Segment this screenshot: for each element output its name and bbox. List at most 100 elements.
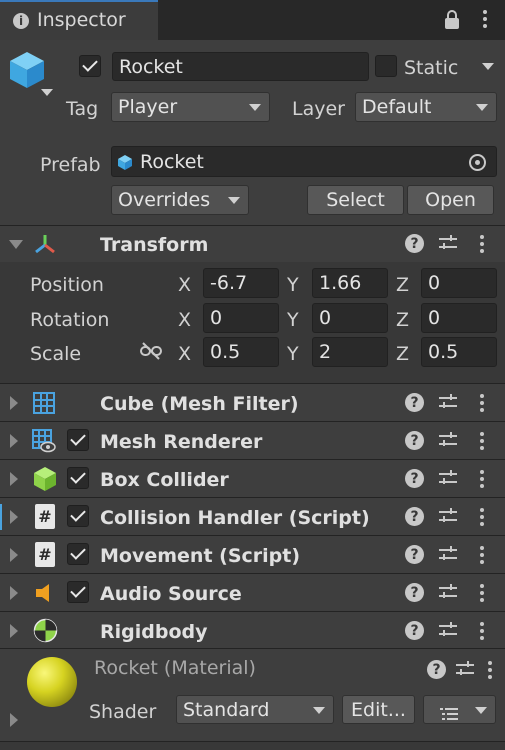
component-title: Box Collider [100, 469, 229, 491]
presets-icon[interactable] [439, 432, 457, 449]
material-menu-kebab-icon[interactable] [488, 661, 492, 679]
shader-value: Standard [183, 698, 270, 721]
box-collider-icon [33, 466, 57, 492]
presets-icon[interactable] [439, 622, 457, 639]
component-header-collision-handler[interactable]: # Collision Handler (Script) ? [0, 497, 505, 535]
presets-icon[interactable] [456, 661, 474, 678]
component-menu-kebab-icon[interactable] [480, 432, 484, 450]
component-header-box-collider[interactable]: Box Collider ? [0, 459, 505, 497]
component-enabled-checkbox[interactable] [67, 581, 89, 603]
component-header-mesh-filter[interactable]: Cube (Mesh Filter) ? [0, 383, 505, 421]
rotation-x-field[interactable]: 0 [203, 303, 279, 333]
axis-x-label[interactable]: X [178, 343, 191, 365]
axis-x-label[interactable]: X [178, 274, 191, 296]
component-enabled-checkbox[interactable] [67, 429, 89, 451]
component-menu-kebab-icon[interactable] [480, 470, 484, 488]
axis-z-label[interactable]: Z [396, 309, 409, 331]
open-button[interactable]: Open [407, 185, 494, 215]
presets-icon[interactable] [439, 584, 457, 601]
component-header-movement[interactable]: # Movement (Script) ? [0, 535, 505, 573]
component-menu-kebab-icon[interactable] [480, 546, 484, 564]
static-checkbox[interactable] [375, 55, 397, 77]
axis-y-label[interactable]: Y [287, 274, 299, 296]
help-icon[interactable]: ? [405, 469, 424, 488]
rotation-y-field[interactable]: 0 [312, 303, 388, 333]
axis-z-label[interactable]: Z [396, 343, 409, 365]
foldout-collapsed-icon[interactable] [10, 472, 18, 486]
foldout-collapsed-icon[interactable] [10, 510, 18, 524]
component-menu-kebab-icon[interactable] [480, 394, 484, 412]
rotation-z-field[interactable]: 0 [421, 303, 497, 333]
scale-z-field[interactable]: 0.5 [421, 337, 497, 367]
scale-y-field[interactable]: 2 [312, 337, 388, 367]
foldout-collapsed-icon[interactable] [10, 548, 18, 562]
presets-icon[interactable] [439, 235, 457, 252]
foldout-collapsed-icon[interactable] [10, 624, 18, 638]
axis-z-label[interactable]: Z [396, 274, 409, 296]
unlinked-scale-icon[interactable] [140, 342, 162, 360]
help-icon[interactable]: ? [405, 583, 424, 602]
component-header-audio-source[interactable]: Audio Source ? [0, 573, 505, 611]
shader-options-dropdown[interactable] [423, 695, 496, 724]
script-icon: # [35, 542, 55, 567]
presets-icon[interactable] [439, 508, 457, 525]
tab-inspector[interactable]: i Inspector [0, 0, 158, 40]
component-title: Mesh Renderer [100, 431, 263, 453]
axis-y-label[interactable]: Y [287, 343, 299, 365]
component-enabled-checkbox[interactable] [67, 505, 89, 527]
overrides-dropdown[interactable]: Overrides [111, 185, 249, 215]
shader-label: Shader [89, 701, 157, 723]
position-x-field[interactable]: -6.7 [203, 268, 279, 298]
position-label: Position [30, 274, 104, 296]
help-icon[interactable]: ? [405, 393, 424, 412]
axis-y-label[interactable]: Y [287, 309, 299, 331]
component-enabled-checkbox[interactable] [67, 543, 89, 565]
position-z-field[interactable]: 0 [421, 268, 497, 298]
tag-dropdown[interactable]: Player [111, 92, 270, 122]
scale-x-field[interactable]: 0.5 [203, 337, 279, 367]
mesh-renderer-icon [32, 429, 56, 453]
help-icon[interactable]: ? [427, 660, 446, 679]
component-menu-kebab-icon[interactable] [480, 235, 484, 253]
help-icon[interactable]: ? [405, 431, 424, 450]
edit-shader-button[interactable]: Edit... [342, 695, 415, 724]
presets-icon[interactable] [439, 470, 457, 487]
material-sphere-preview[interactable] [27, 657, 77, 707]
foldout-collapsed-icon[interactable] [10, 586, 18, 600]
presets-icon[interactable] [439, 546, 457, 563]
component-title: Cube (Mesh Filter) [100, 393, 299, 415]
select-button[interactable]: Select [307, 185, 404, 215]
foldout-expanded-icon[interactable] [9, 240, 23, 249]
component-header-mesh-renderer[interactable]: Mesh Renderer ? [0, 421, 505, 459]
object-name-field[interactable]: Rocket [112, 52, 369, 81]
foldout-collapsed-icon[interactable] [10, 396, 18, 410]
prefab-cube-icon [117, 154, 133, 171]
foldout-collapsed-icon[interactable] [10, 434, 18, 448]
component-menu-kebab-icon[interactable] [480, 508, 484, 526]
prefab-field[interactable]: Rocket [111, 146, 497, 177]
rigidbody-icon [33, 618, 58, 643]
presets-icon[interactable] [439, 394, 457, 411]
tab-menu-kebab-icon[interactable] [483, 10, 487, 28]
help-icon[interactable]: ? [405, 234, 424, 253]
component-header-rigidbody[interactable]: Rigidbody ? [0, 611, 505, 649]
object-picker-icon[interactable] [469, 154, 486, 171]
component-menu-kebab-icon[interactable] [480, 622, 484, 640]
component-menu-kebab-icon[interactable] [480, 584, 484, 602]
help-icon[interactable]: ? [405, 621, 424, 640]
tag-value: Player [118, 96, 178, 118]
shader-dropdown[interactable]: Standard [176, 695, 334, 724]
layer-dropdown[interactable]: Default [355, 92, 497, 122]
component-enabled-checkbox[interactable] [67, 467, 89, 489]
axis-x-label[interactable]: X [178, 309, 191, 331]
static-dropdown-arrow-icon[interactable] [482, 63, 494, 70]
position-y-field[interactable]: 1.66 [312, 268, 388, 298]
material-foldout-collapsed-icon[interactable] [10, 713, 18, 727]
gameobject-cube-icon[interactable] [8, 50, 46, 90]
icon-dropdown-arrow-icon[interactable] [41, 89, 53, 96]
transform-header[interactable]: Transform ? [0, 225, 505, 262]
help-icon[interactable]: ? [405, 545, 424, 564]
active-checkbox[interactable] [79, 55, 101, 77]
help-icon[interactable]: ? [405, 507, 424, 526]
lock-icon[interactable] [444, 8, 460, 30]
